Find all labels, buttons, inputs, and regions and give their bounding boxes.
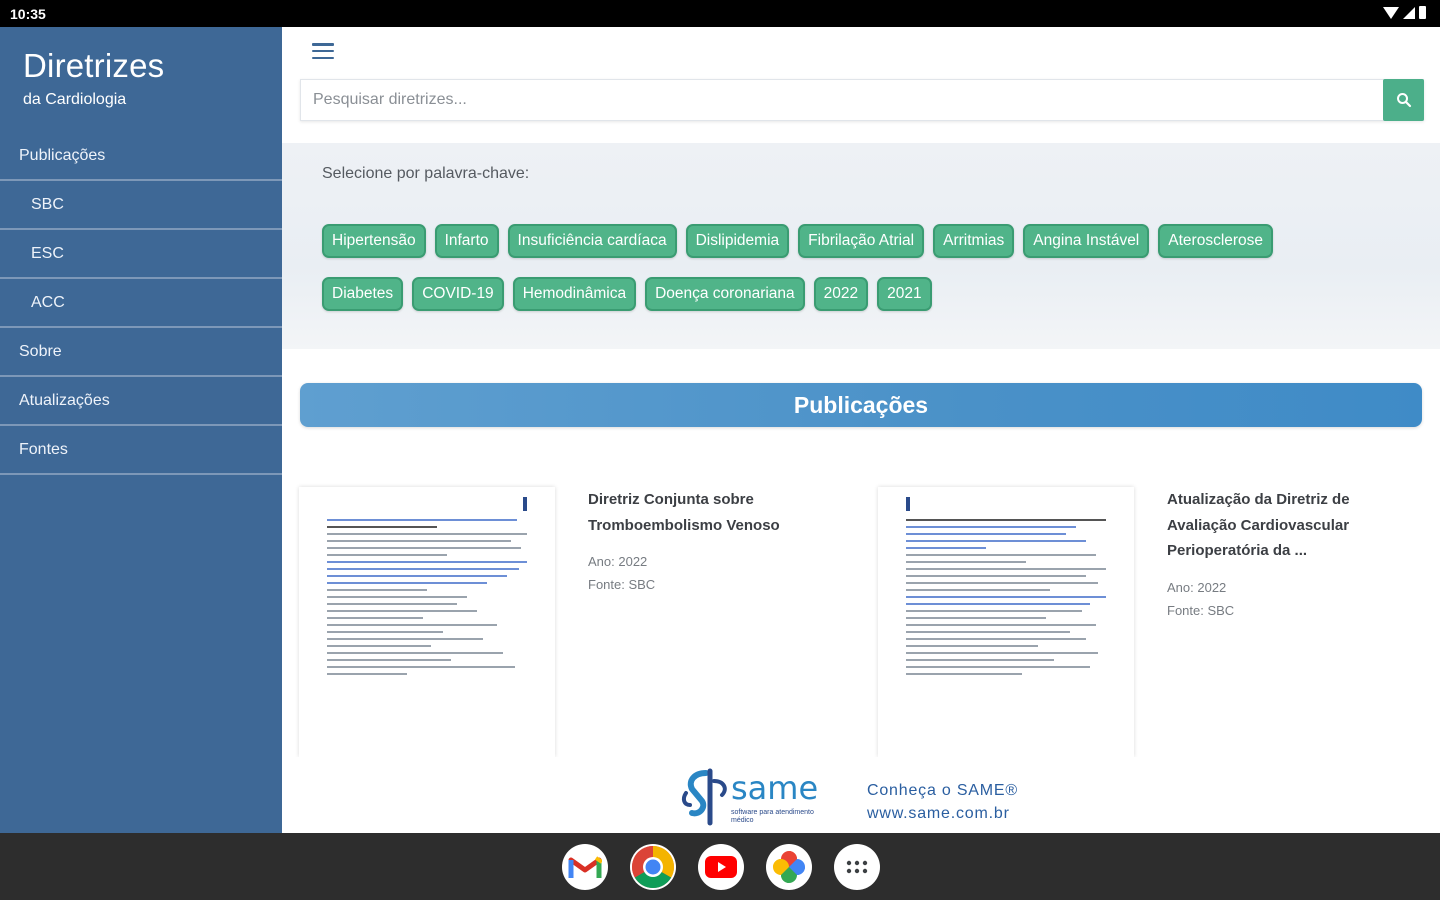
footer-cta-line2: www.same.com.br bbox=[867, 805, 1010, 822]
search-input[interactable] bbox=[301, 80, 1381, 120]
keyword-label: Selecione por palavra-chave: bbox=[322, 165, 530, 182]
keyword-chip-diabetes[interactable]: Diabetes bbox=[322, 277, 404, 311]
keyword-chip-infarto[interactable]: Infarto bbox=[434, 224, 499, 258]
sidebar-item-publicacoes[interactable]: Publicações bbox=[0, 132, 282, 181]
publication-year: Ano: 2022 bbox=[588, 554, 648, 569]
publication-meta: Ano: 2022 Fonte: SBC bbox=[588, 550, 798, 596]
keyword-chip-hipertensao[interactable]: Hipertensão bbox=[322, 224, 426, 258]
gmail-icon[interactable] bbox=[562, 844, 608, 890]
keyword-chip-fibrilacao-atrial[interactable]: Fibrilação Atrial bbox=[798, 224, 925, 258]
publication-thumbnail[interactable] bbox=[878, 487, 1134, 757]
status-bar: 10:35 bbox=[0, 0, 1440, 27]
keyword-chip-2022[interactable]: 2022 bbox=[813, 277, 869, 311]
publication-title: Diretriz Conjunta sobre Tromboembolismo … bbox=[588, 491, 780, 534]
keyword-chip-doenca-coronariana[interactable]: Doença coronariana bbox=[645, 277, 805, 311]
footer-banner[interactable]: same software para atendimento médico Co… bbox=[282, 757, 1440, 833]
keyword-chips: Hipertensão Infarto Insuficiência cardía… bbox=[322, 224, 1422, 330]
keyword-chip-2021[interactable]: 2021 bbox=[877, 277, 932, 311]
youtube-icon[interactable] bbox=[698, 844, 744, 890]
sidebar-item-acc[interactable]: ACC bbox=[0, 279, 282, 328]
keyword-chip-covid-19[interactable]: COVID-19 bbox=[412, 277, 504, 311]
keyword-panel: Selecione por palavra-chave: Hipertensão… bbox=[282, 143, 1440, 349]
sidebar-item-esc[interactable]: ESC bbox=[0, 230, 282, 279]
app-title: Diretrizes bbox=[23, 47, 165, 84]
app-dock bbox=[562, 844, 880, 890]
keyword-chip-angina-instavel[interactable]: Angina Instável bbox=[1023, 224, 1150, 258]
footer-cta: Conheça o SAME® www.same.com.br bbox=[867, 779, 1018, 825]
keyword-chip-aterosclerose[interactable]: Aterosclerose bbox=[1158, 224, 1274, 258]
search-button[interactable] bbox=[1383, 79, 1424, 121]
search-bar bbox=[300, 79, 1424, 121]
chrome-icon[interactable] bbox=[630, 844, 676, 890]
sidebar-item-fontes[interactable]: Fontes bbox=[0, 426, 282, 475]
sidebar-item-sobre[interactable]: Sobre bbox=[0, 328, 282, 377]
publication-title: Atualização da Diretriz de Avaliação Car… bbox=[1167, 491, 1350, 559]
footer-cta-line1: Conheça o SAME® bbox=[867, 782, 1018, 799]
publication-info[interactable]: Diretriz Conjunta sobre Tromboembolismo … bbox=[588, 487, 798, 596]
sidebar: Diretrizes da Cardiologia Publicações SB… bbox=[0, 27, 282, 833]
publication-source: Fonte: SBC bbox=[588, 577, 656, 592]
app-drawer-icon[interactable] bbox=[834, 844, 880, 890]
status-time: 10:35 bbox=[10, 6, 46, 22]
app-subtitle: da Cardiologia bbox=[23, 91, 127, 108]
battery-icon bbox=[1419, 6, 1426, 19]
publication-year: Ano: 2022 bbox=[1167, 579, 1227, 595]
search-icon bbox=[1396, 93, 1411, 108]
publications-header: Publicações bbox=[300, 383, 1422, 427]
publication-thumbnail[interactable] bbox=[299, 487, 555, 757]
publication-info[interactable]: Atualização da Diretriz de Avaliação Car… bbox=[1167, 487, 1377, 622]
signal-icon bbox=[1403, 6, 1415, 19]
publication-meta: Ano: 2022 Fonte: SBC bbox=[1167, 576, 1377, 622]
keyword-chip-arritmias[interactable]: Arritmias bbox=[933, 224, 1015, 258]
status-icons bbox=[1383, 6, 1426, 19]
keyword-row: Diabetes COVID-19 Hemodinâmica Doença co… bbox=[322, 277, 1422, 311]
keyword-row: Hipertensão Infarto Insuficiência cardía… bbox=[322, 224, 1422, 258]
sidebar-item-sbc[interactable]: SBC bbox=[0, 181, 282, 230]
main-content: Selecione por palavra-chave: Hipertensão… bbox=[282, 27, 1440, 833]
sidebar-item-atualizacoes[interactable]: Atualizações bbox=[0, 377, 282, 426]
same-tagline: software para atendimento médico bbox=[731, 809, 814, 824]
keyword-chip-hemodinamica[interactable]: Hemodinâmica bbox=[512, 277, 637, 311]
photos-icon[interactable] bbox=[766, 844, 812, 890]
keyword-chip-insuficiencia-cardiaca[interactable]: Insuficiência cardíaca bbox=[507, 224, 677, 258]
hamburger-menu-icon[interactable] bbox=[312, 41, 334, 61]
sidebar-nav: Publicações SBC ESC ACC Sobre Atualizaçõ… bbox=[0, 132, 282, 475]
publication-source: Fonte: SBC bbox=[1167, 602, 1235, 618]
app-brand: Diretrizes da Cardiologia bbox=[23, 47, 164, 109]
same-brand-name: same bbox=[731, 769, 819, 807]
keyword-chip-dislipidemia[interactable]: Dislipidemia bbox=[685, 224, 790, 258]
publications-list: Diretriz Conjunta sobre Tromboembolismo … bbox=[282, 487, 1440, 757]
wifi-icon bbox=[1383, 6, 1399, 19]
system-taskbar bbox=[0, 833, 1440, 900]
